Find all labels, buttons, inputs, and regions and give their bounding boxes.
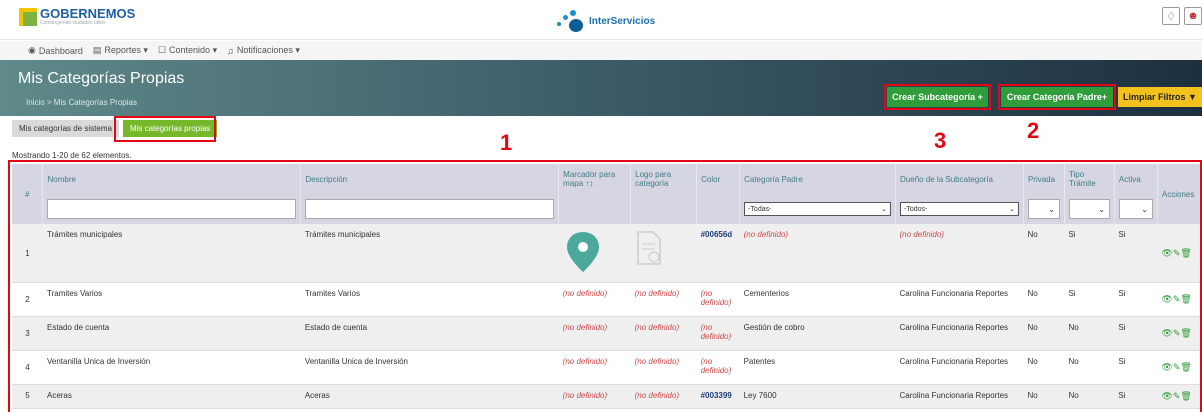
annotation-1: 1 [500,130,513,155]
top-bar: GOBERNEMOS Construyendo ciudades útiles … [0,0,1202,40]
highlight-box-table [8,160,1202,412]
nav-reportes[interactable]: ▤ Reportes ▾ [93,45,148,56]
interservicios-dots-icon [555,10,587,32]
breadcrumb[interactable]: Inicio > Mis Categorías Propias [26,98,137,107]
highlight-box-2 [998,84,1116,110]
nav-contenido[interactable]: ☐ Contenido ▾ [158,45,217,56]
bell-icon: ♫ [227,45,234,56]
partner-name: InterServicios [589,15,656,27]
highlight-box-3 [884,84,991,110]
result-count: Mostrando 1-20 de 62 elementos. [12,151,132,160]
annotation-2: 2 [1027,118,1040,143]
nav-notificaciones[interactable]: ♫ Notificaciones ▾ [227,45,300,56]
nav-label: Notificaciones ▾ [236,45,300,55]
nav-label: Dashboard [38,45,83,56]
logo-mark-icon [19,7,37,26]
main-nav: ◉ Dashboard ▤ Reportes ▾ ☐ Contenido ▾ ♫… [0,41,1202,60]
annotation-3: 3 [934,128,947,153]
gobernemos-logo[interactable]: GOBERNEMOS Construyendo ciudades útiles [19,7,135,26]
page-title: Mis Categorías Propias [18,70,185,87]
content-icon: ☐ [157,45,167,55]
brand-name: GOBERNEMOS [40,6,136,21]
notification-bell-icon[interactable]: ♢ [1162,7,1180,25]
interservicios-logo: InterServicios [555,10,655,32]
clear-filters-button[interactable]: Limpiar Filtros ▼ [1118,87,1202,107]
nav-dashboard[interactable]: ◉ Dashboard [28,45,83,56]
highlight-box-tab [114,116,216,142]
nav-label: Contenido ▾ [169,45,218,55]
reports-icon: ▤ [92,45,102,55]
nav-label: Reportes ▾ [104,45,148,55]
tab-system-categories[interactable]: Mis categorías de sistema [12,120,119,137]
dashboard-icon: ◉ [28,45,36,55]
user-avatar-icon[interactable]: ☻ [1184,7,1202,25]
